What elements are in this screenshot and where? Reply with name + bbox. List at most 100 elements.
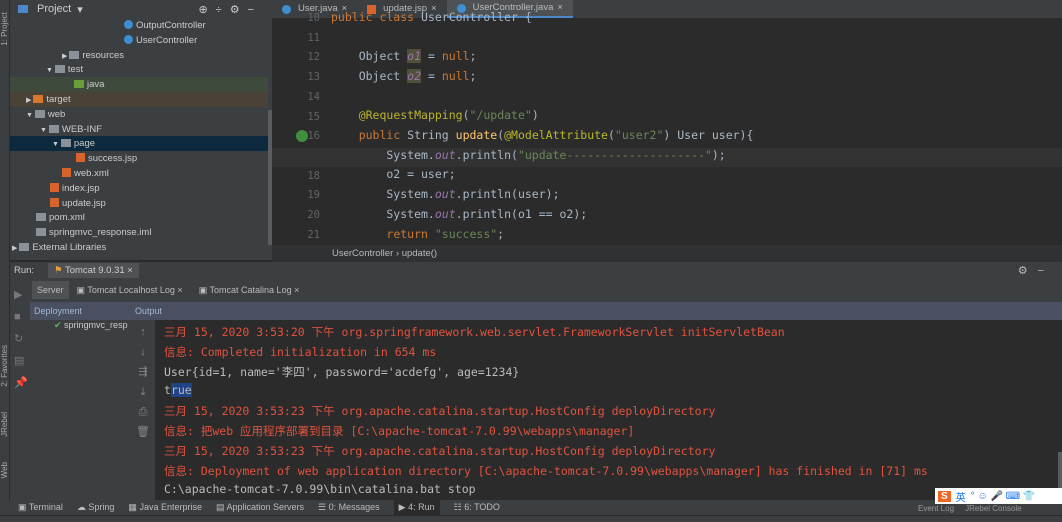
tree-item-label: OutputController	[136, 20, 206, 31]
tab-localhost-log[interactable]: ▣ Tomcat Localhost Log ×	[69, 281, 191, 299]
jrebel-console-button[interactable]: JRebel Console	[965, 504, 1021, 513]
favorites-tool-button[interactable]: 2: Favorites	[0, 345, 9, 387]
tree-item[interactable]: update.jsp	[50, 196, 106, 211]
line-number: 10	[307, 12, 320, 24]
panel-actions[interactable]: ⊕÷⚙−	[198, 3, 262, 16]
chevron-down-icon[interactable]: ▾	[77, 3, 83, 16]
tree-item[interactable]: ▼ web	[26, 107, 65, 122]
expand-arrow-icon[interactable]: ▶	[62, 53, 69, 60]
project-view-dropdown[interactable]: Project	[37, 3, 71, 15]
ime-toolbar[interactable]: S 英 ° ☺ 🎤 ⌨ 👕	[935, 488, 1062, 504]
tool-icon: ▣	[18, 502, 27, 512]
line-number: 13	[307, 71, 320, 84]
tab-catalina-log[interactable]: ▣ Tomcat Catalina Log ×	[191, 281, 308, 299]
tree-item[interactable]: index.jsp	[50, 181, 100, 196]
breadcrumb-method[interactable]: update()	[402, 248, 437, 259]
console-line: C:\apache-tomcat-7.0.99\bin\catalina.bat…	[164, 482, 476, 497]
deployment-header: Deployment	[34, 306, 83, 316]
tool-window-0-messages[interactable]: ☰ 0: Messages	[318, 500, 380, 515]
deployment-output-header: Deployment Output	[30, 302, 1062, 320]
tree-item-label: WEB-INF	[61, 123, 102, 135]
tree-item[interactable]: ▶ resources	[62, 48, 124, 63]
run-toolbar[interactable]: ▶ ■ ↻ ▤ 📌	[14, 284, 28, 394]
class-icon	[124, 34, 133, 44]
console-line: 信息: 把web 应用程序部署到目录 [C:\apache-tomcat-7.0…	[164, 424, 635, 438]
console-line: 信息: Completed initialization in 654 ms	[164, 344, 437, 359]
jsp-icon	[50, 182, 59, 192]
tree-item[interactable]: ▼ page	[52, 136, 95, 151]
tree-item[interactable]: ▼ WEB-INF	[40, 122, 102, 137]
tree-item[interactable]: pom.xml	[36, 210, 85, 225]
console-line: 三月 15, 2020 3:53:20 下午 org.springframewo…	[164, 325, 785, 339]
deployment-item[interactable]: ✔ springmvc_resp	[54, 320, 128, 331]
tool-icon: ▦	[128, 502, 137, 512]
line-number: 11	[307, 31, 320, 44]
folder-icon	[54, 65, 65, 74]
folder-icon	[69, 50, 80, 59]
line-number: 21	[307, 228, 320, 241]
jsp-icon	[76, 153, 85, 163]
tree-item[interactable]: ▼ test	[46, 62, 83, 77]
tree-item[interactable]: UserController	[124, 33, 197, 48]
status-bar	[0, 515, 1062, 522]
output-header: Output	[135, 306, 163, 316]
breadcrumb-class[interactable]: UserController	[332, 248, 393, 259]
line-number: 12	[307, 51, 320, 64]
xml-icon	[62, 168, 71, 177]
tree-item[interactable]: springmvc_response.iml	[36, 225, 151, 240]
tree-item[interactable]: ▶ External Libraries	[12, 240, 106, 255]
tree-item-label: web.xml	[74, 168, 109, 179]
line-number: 18	[307, 169, 320, 182]
jrebel-tool-button[interactable]: JRebel	[0, 412, 9, 437]
tool-window-application-servers[interactable]: ▤ Application Servers	[216, 500, 304, 515]
tree-item[interactable]: success.jsp	[76, 151, 137, 166]
sogou-logo-icon: S	[938, 490, 951, 502]
console-line: 三月 15, 2020 3:53:23 下午 org.apache.catali…	[164, 443, 716, 458]
tree-item[interactable]: ▶ target	[26, 92, 71, 107]
spring-bean-gutter-icon[interactable]	[296, 130, 308, 142]
tool-window-4-run[interactable]: ▶ 4: Run	[393, 500, 440, 515]
tree-item-label: java	[87, 79, 105, 91]
run-config-tab[interactable]: ⚑ Tomcat 9.0.31 ×	[48, 263, 139, 278]
tool-icon: ☷	[453, 502, 462, 512]
tree-item-label: pom.xml	[49, 212, 85, 224]
web-tool-button[interactable]: Web	[0, 462, 9, 478]
expand-arrow-icon[interactable]: ▼	[40, 127, 49, 134]
tool-icon: ☰	[318, 502, 327, 512]
tool-window-terminal[interactable]: ▣ Terminal	[18, 500, 63, 515]
output-toolbar[interactable]: ↑ ↓ ⇶ ⤓ ⎙ 🗑	[134, 322, 152, 442]
tree-item[interactable]: OutputController	[124, 18, 206, 33]
expand-arrow-icon[interactable]: ▶	[26, 97, 33, 104]
line-number: 14	[307, 90, 320, 103]
folder-icon	[48, 124, 59, 133]
tree-item[interactable]: web.xml	[62, 166, 109, 181]
tool-window-spring[interactable]: ☁ Spring	[77, 500, 115, 515]
jsp-icon	[50, 197, 59, 207]
tree-item-label: springmvc_response.iml	[49, 227, 152, 239]
project-icon	[18, 5, 28, 13]
expand-arrow-icon[interactable]: ▼	[46, 67, 55, 74]
ime-mode[interactable]: 英	[956, 489, 966, 504]
tree-item-label: External Libraries	[32, 242, 107, 253]
tool-window-java-enterprise[interactable]: ▦ Java Enterprise	[128, 500, 202, 515]
selected-row-highlight	[10, 136, 268, 152]
console-line: User{id=1, name='李四', password='acdefg',…	[164, 364, 520, 379]
tab-server[interactable]: Server	[32, 281, 69, 299]
tool-icon: ☁	[76, 502, 86, 512]
event-log-button[interactable]: Event Log	[918, 504, 954, 513]
left-tool-strip: 1: Project 2: Favorites JRebel Web	[0, 0, 10, 500]
expand-arrow-icon[interactable]: ▶	[12, 245, 19, 252]
project-tool-button[interactable]: 1: Project	[0, 12, 9, 46]
expand-arrow-icon[interactable]: ▼	[52, 141, 61, 148]
server-tabs: Server ▣ Tomcat Localhost Log × ▣ Tomcat…	[32, 281, 1062, 299]
tool-window-6-todo[interactable]: ☷ 6: TODO	[454, 500, 500, 515]
console-line: 信息: Deployment of web application direct…	[164, 463, 928, 478]
maven-icon	[36, 213, 46, 222]
tree-item[interactable]: java	[74, 77, 104, 92]
console-line: 三月 15, 2020 3:53:23 下午 org.apache.catali…	[164, 404, 716, 419]
expand-arrow-icon[interactable]: ▼	[26, 112, 35, 119]
folder-green-icon	[74, 80, 84, 89]
tree-item-label: page	[73, 138, 96, 150]
run-settings-icon[interactable]: ⚙−	[1018, 264, 1054, 277]
tree-item-label: success.jsp	[88, 153, 138, 165]
